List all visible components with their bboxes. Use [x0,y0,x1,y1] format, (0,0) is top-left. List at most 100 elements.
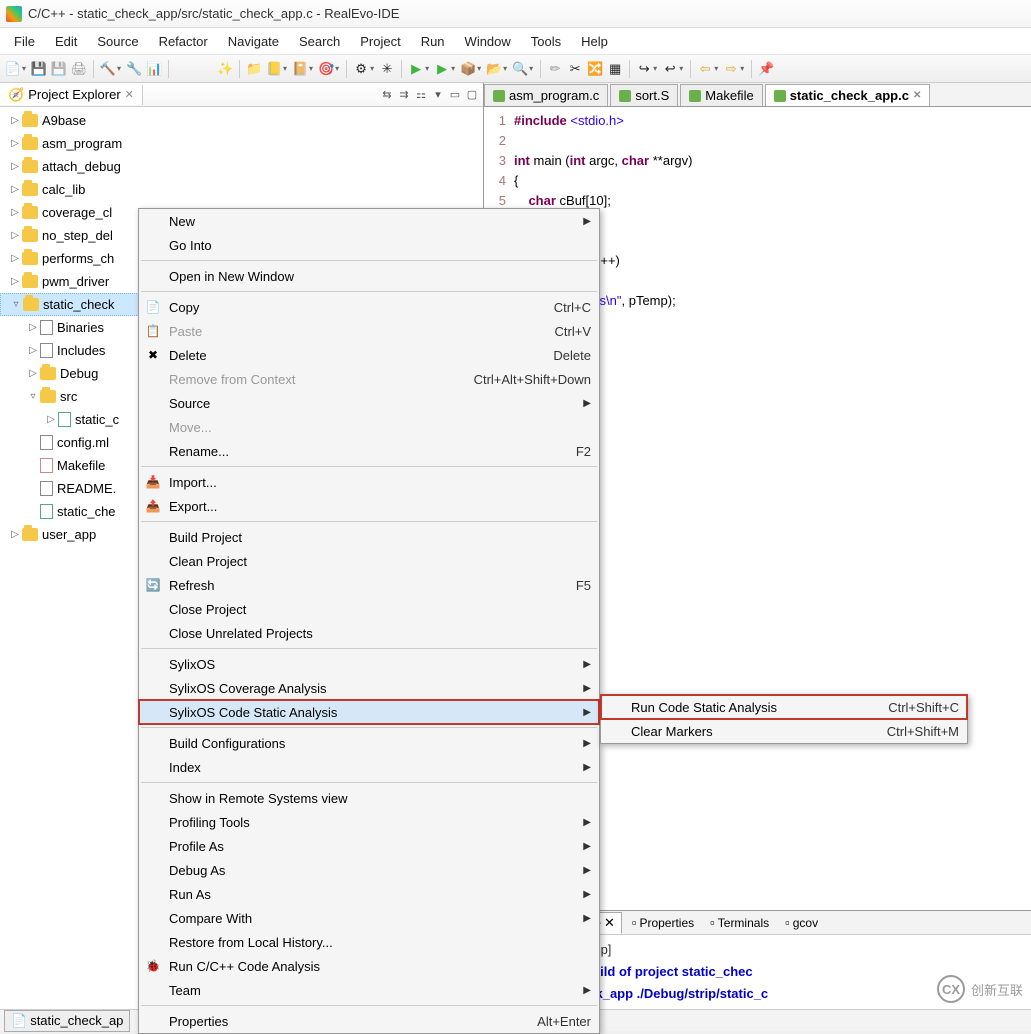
ctx-profiling-tools[interactable]: Profiling Tools▶ [139,810,599,834]
ctx-open-in-new-window[interactable]: Open in New Window [139,264,599,288]
editor-tab[interactable]: sort.S [610,84,678,106]
binary-icon[interactable]: 📊 [145,60,163,78]
menu-help[interactable]: Help [571,31,618,52]
menu-file[interactable]: File [4,31,45,52]
menu-icon[interactable]: ▾ [431,88,445,102]
ctx-run-c-c-code-analysis[interactable]: 🐞Run C/C++ Code Analysis [139,954,599,978]
run-icon[interactable]: ▶ [407,60,425,78]
pin-icon[interactable]: 📌 [757,60,775,78]
project-explorer-tab[interactable]: 🧭 Project Explorer ✕ [0,85,143,105]
menu-window[interactable]: Window [455,31,521,52]
editor-tab[interactable]: Makefile [680,84,762,106]
ctx-sylixos[interactable]: SylixOS▶ [139,652,599,676]
ctx-close-project[interactable]: Close Project [139,597,599,621]
ctx-sylixos-code-static-analysis[interactable]: SylixOS Code Static Analysis▶ [139,700,599,724]
watermark-text: 创新互联 [971,980,1023,999]
tree-item[interactable]: ▷A9base [0,109,483,132]
ctx-show-in-remote-systems-view[interactable]: Show in Remote Systems view [139,786,599,810]
open-type-icon[interactable]: 📂 [485,60,503,78]
ctx-sub-clear-markers[interactable]: Clear MarkersCtrl+Shift+M [601,719,967,743]
editor-tab[interactable]: static_check_app.c✕ [765,84,931,106]
menu-tools[interactable]: Tools [521,31,571,52]
close-icon[interactable]: ✕ [125,88,134,101]
bottom-tab[interactable]: 📄 static_check_ap [4,1010,130,1032]
collapse-icon[interactable]: ⇆ [380,88,394,102]
ctx-team[interactable]: Team▶ [139,978,599,1002]
star-icon[interactable]: ✳ [378,60,396,78]
ctx-export-[interactable]: 📤Export... [139,494,599,518]
ctx-copy[interactable]: 📄CopyCtrl+C [139,295,599,319]
ext-tools-icon[interactable]: 📦 [459,60,477,78]
folder3-icon[interactable]: 📔 [291,60,309,78]
ctx-close-unrelated-projects[interactable]: Close Unrelated Projects [139,621,599,645]
new-icon[interactable]: 📄 [4,60,22,78]
search-icon[interactable]: 🔍 [511,60,529,78]
ctx-profile-as[interactable]: Profile As▶ [139,834,599,858]
ctx-compare-with[interactable]: Compare With▶ [139,906,599,930]
ctx-refresh[interactable]: 🔄RefreshF5 [139,573,599,597]
watermark-logo: CX [937,975,965,1003]
filter-icon[interactable]: ⚏ [414,88,428,102]
save-all-icon[interactable]: 💾 [50,60,68,78]
build-icon[interactable]: 🔨 [99,60,117,78]
next-icon[interactable]: ↪ [635,60,653,78]
ctx-build-configurations[interactable]: Build Configurations▶ [139,731,599,755]
toggle-icon[interactable]: 🔀 [586,60,604,78]
console-tab-terminals[interactable]: ▫Terminals [704,913,775,932]
ctx-properties[interactable]: PropertiesAlt+Enter [139,1009,599,1033]
tree-item[interactable]: ▷asm_program [0,132,483,155]
link-icon[interactable]: ⇉ [397,88,411,102]
ctx-clean-project[interactable]: Clean Project [139,549,599,573]
back-icon[interactable]: ⇦ [696,60,714,78]
context-menu[interactable]: New▶Go Into Open in New Window 📄CopyCtrl+C… [138,208,600,1034]
folder1-icon[interactable]: 📁 [245,60,263,78]
wand-icon[interactable]: ✨ [216,60,234,78]
ctx-rename-[interactable]: Rename...F2 [139,439,599,463]
menu-refactor[interactable]: Refactor [149,31,218,52]
ctx-debug-as[interactable]: Debug As▶ [139,858,599,882]
build-all-icon[interactable]: 🔧 [125,60,143,78]
menu-navigate[interactable]: Navigate [218,31,289,52]
context-submenu[interactable]: Run Code Static AnalysisCtrl+Shift+CClea… [600,694,968,744]
ctx-sylixos-coverage-analysis[interactable]: SylixOS Coverage Analysis▶ [139,676,599,700]
debug-run-icon[interactable]: ▶ [433,60,451,78]
ctx-import-[interactable]: 📥Import... [139,470,599,494]
tab-icon: ▫ [710,915,715,930]
fwd-icon[interactable]: ⇨ [722,60,740,78]
cut-icon[interactable]: ✂ [566,60,584,78]
gear-icon[interactable]: ⚙ [352,60,370,78]
ctx-restore-from-local-history-[interactable]: Restore from Local History... [139,930,599,954]
ctx-icon: 📋 [145,323,161,339]
console-tab-gcov[interactable]: ▫gcov [779,913,824,932]
tree-item[interactable]: ▷attach_debug [0,155,483,178]
min-icon[interactable]: ▭ [448,88,462,102]
target-icon[interactable]: 🎯 [317,60,335,78]
toolbar: 📄▾ 💾 💾 🖨 🔨▾ 🔧 📊 ✨ 📁 📒▾ 📔▾ 🎯▾ ⚙▾ ✳ ▶▾ ▶▾ … [0,55,1031,83]
print-icon[interactable]: 🖨 [70,60,88,78]
max-icon[interactable]: ▢ [465,88,479,102]
save-icon[interactable]: 💾 [30,60,48,78]
ctx-new[interactable]: New▶ [139,209,599,233]
menu-search[interactable]: Search [289,31,350,52]
ctx-index[interactable]: Index▶ [139,755,599,779]
menu-source[interactable]: Source [87,31,148,52]
menu-edit[interactable]: Edit [45,31,87,52]
console-tab-properties[interactable]: ▫Properties [626,913,700,932]
close-icon[interactable]: ✕ [913,90,921,101]
folder2-icon[interactable]: 📒 [265,60,283,78]
ctx-go-into[interactable]: Go Into [139,233,599,257]
prev-icon[interactable]: ↩ [661,60,679,78]
pen-icon[interactable]: ✏ [546,60,564,78]
menubar: FileEditSourceRefactorNavigateSearchProj… [0,28,1031,55]
menu-project[interactable]: Project [350,31,410,52]
tree-item[interactable]: ▷calc_lib [0,178,483,201]
ctx-build-project[interactable]: Build Project [139,525,599,549]
file-icon [493,90,505,102]
editor-tab[interactable]: asm_program.c [484,84,608,106]
menu-run[interactable]: Run [411,31,455,52]
ctx-run-as[interactable]: Run As▶ [139,882,599,906]
ctx-source[interactable]: Source▶ [139,391,599,415]
ctx-sub-run-code-static-analysis[interactable]: Run Code Static AnalysisCtrl+Shift+C [601,695,967,719]
ctx-delete[interactable]: ✖DeleteDelete [139,343,599,367]
grid-icon[interactable]: ▦ [606,60,624,78]
